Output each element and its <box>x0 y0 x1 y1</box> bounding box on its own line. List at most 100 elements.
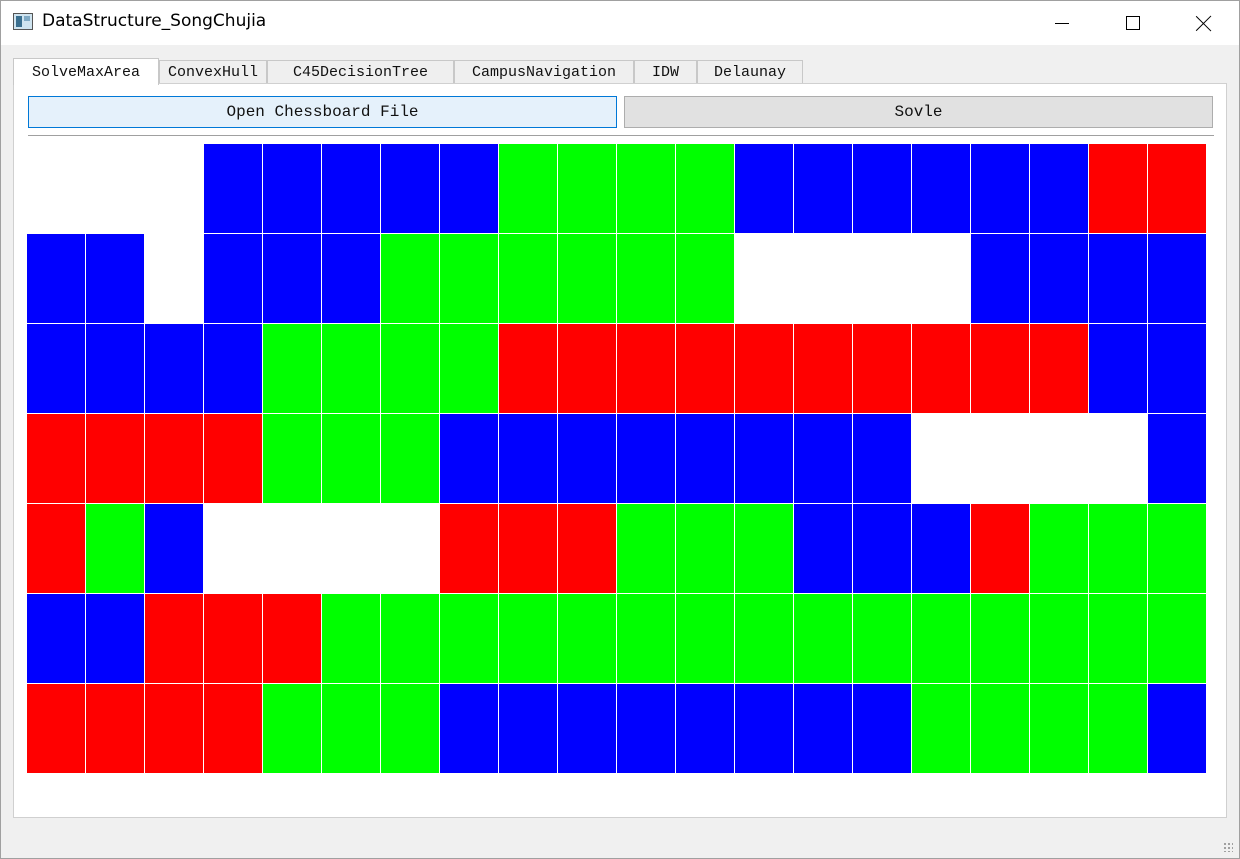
chessboard-cell <box>204 324 263 414</box>
chessboard-cell <box>322 414 381 504</box>
chessboard-cell <box>971 594 1030 684</box>
chessboard-grid[interactable] <box>27 144 1207 774</box>
chessboard-cell <box>971 684 1030 774</box>
tab-c45decisiontree[interactable]: C45DecisionTree <box>267 60 454 84</box>
chessboard-cell <box>735 144 794 234</box>
chessboard-cell <box>853 504 912 594</box>
chessboard-cell <box>676 684 735 774</box>
chessboard-cell <box>558 144 617 234</box>
chessboard-cell <box>322 324 381 414</box>
chessboard-cell <box>617 594 676 684</box>
chessboard-cell <box>27 684 86 774</box>
chessboard-cell <box>1030 234 1089 324</box>
tab-delaunay[interactable]: Delaunay <box>697 60 803 84</box>
chessboard-cell <box>263 684 322 774</box>
chessboard-cell <box>558 414 617 504</box>
open-chessboard-file-button[interactable]: Open Chessboard File <box>28 96 617 128</box>
chessboard-cell <box>794 594 853 684</box>
chessboard-cell <box>86 504 145 594</box>
minimize-button[interactable] <box>1027 1 1097 45</box>
chessboard-cell <box>27 594 86 684</box>
chessboard-cell <box>912 324 971 414</box>
window-title: DataStructure_SongChujia <box>42 11 267 31</box>
chessboard-cell <box>912 234 971 324</box>
resize-grip-icon[interactable] <box>1223 842 1233 852</box>
chessboard-cell <box>1148 504 1207 594</box>
tab-campusnavigation[interactable]: CampusNavigation <box>454 60 634 84</box>
tab-convexhull[interactable]: ConvexHull <box>159 60 267 84</box>
chessboard-cell <box>499 504 558 594</box>
chessboard-cell <box>794 414 853 504</box>
chessboard-cell <box>322 684 381 774</box>
chessboard-cell <box>1148 414 1207 504</box>
chessboard-cell <box>499 234 558 324</box>
chessboard-cell <box>499 594 558 684</box>
chessboard-cell <box>27 144 86 234</box>
chessboard-cell <box>971 324 1030 414</box>
chessboard-cell <box>86 144 145 234</box>
chessboard-cell <box>263 324 322 414</box>
close-button[interactable] <box>1169 1 1239 45</box>
chessboard-cell <box>1089 504 1148 594</box>
tab-idw[interactable]: IDW <box>634 60 697 84</box>
chessboard-cell <box>794 684 853 774</box>
chessboard-cell <box>145 684 204 774</box>
chessboard-cell <box>322 504 381 594</box>
chessboard-cell <box>145 594 204 684</box>
chessboard-cell <box>853 684 912 774</box>
chessboard-cell <box>971 504 1030 594</box>
chessboard-cell <box>558 594 617 684</box>
chessboard-cell <box>912 504 971 594</box>
chessboard-cell <box>558 684 617 774</box>
chessboard-cell <box>1148 684 1207 774</box>
chessboard-cell <box>440 144 499 234</box>
chessboard-cell <box>499 144 558 234</box>
chessboard-cell <box>794 324 853 414</box>
chessboard-cell <box>440 234 499 324</box>
chessboard-cell <box>1089 684 1148 774</box>
chessboard-cell <box>1030 504 1089 594</box>
chessboard-cell <box>27 504 86 594</box>
chessboard-cell <box>676 414 735 504</box>
chessboard-cell <box>853 144 912 234</box>
chessboard-cell <box>1148 234 1207 324</box>
minimize-icon <box>1055 22 1069 24</box>
solve-button[interactable]: Sovle <box>624 96 1213 128</box>
chessboard-cell <box>499 684 558 774</box>
title-bar[interactable]: DataStructure_SongChujia <box>1 1 1239 45</box>
maximize-button[interactable] <box>1098 1 1168 45</box>
chessboard-cell <box>617 234 676 324</box>
chessboard-cell <box>263 504 322 594</box>
chessboard-cell <box>440 504 499 594</box>
chessboard-cell <box>381 324 440 414</box>
chessboard-cell <box>381 144 440 234</box>
chessboard-cell <box>440 324 499 414</box>
chessboard-cell <box>1148 324 1207 414</box>
chessboard-cell <box>381 234 440 324</box>
chessboard-cell <box>912 684 971 774</box>
chessboard-cell <box>676 504 735 594</box>
tab-solvemaxarea[interactable]: SolveMaxArea <box>13 58 159 85</box>
chessboard-cell <box>263 594 322 684</box>
chessboard-cell <box>86 234 145 324</box>
chessboard-cell <box>617 144 676 234</box>
chessboard-cell <box>27 234 86 324</box>
chessboard-cell <box>263 144 322 234</box>
chessboard-cell <box>381 684 440 774</box>
chessboard-cell <box>794 234 853 324</box>
chessboard-cell <box>735 504 794 594</box>
chessboard-cell <box>204 414 263 504</box>
chessboard-cell <box>676 144 735 234</box>
chessboard-cell <box>735 684 794 774</box>
chessboard-cell <box>676 234 735 324</box>
chessboard-cell <box>853 234 912 324</box>
chessboard-cell <box>971 144 1030 234</box>
chessboard-cell <box>440 594 499 684</box>
chessboard-cell <box>735 324 794 414</box>
chessboard-cell <box>735 234 794 324</box>
chessboard-cell <box>86 324 145 414</box>
chessboard-cell <box>263 234 322 324</box>
chessboard-cell <box>1089 144 1148 234</box>
chessboard-cell <box>1089 234 1148 324</box>
chessboard-cell <box>27 324 86 414</box>
